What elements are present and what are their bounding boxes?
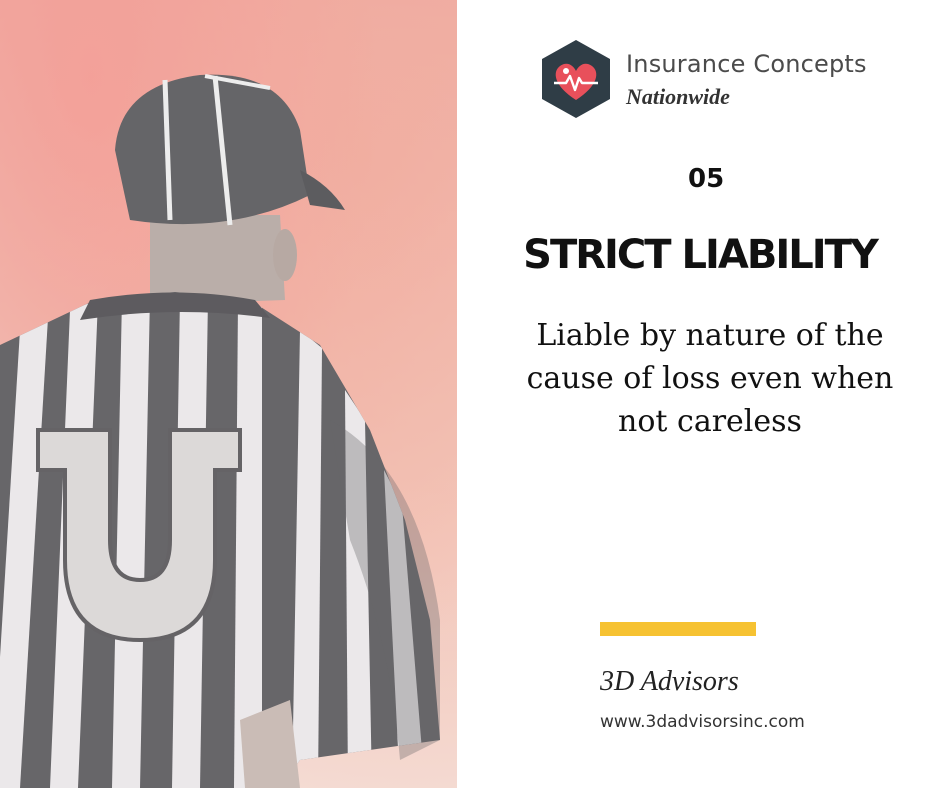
brand-subtitle: Nationwide bbox=[626, 84, 730, 109]
website-url: www.3dadvisorsinc.com bbox=[600, 712, 805, 732]
slide-description: Liable by nature of the cause of loss ev… bbox=[526, 318, 894, 439]
slide-number: 05 bbox=[688, 164, 725, 194]
heart-pulse-icon bbox=[542, 40, 610, 118]
brand-name: Insurance Concepts bbox=[626, 50, 867, 78]
referee-illustration bbox=[0, 0, 457, 788]
company-name: 3D Advisors bbox=[600, 666, 739, 697]
brand-logo: Insurance Concepts Nationwide bbox=[540, 38, 900, 122]
referee-photo bbox=[0, 0, 457, 788]
accent-divider bbox=[600, 622, 756, 636]
slide-heading: STRICT LIABILITY bbox=[523, 232, 879, 278]
